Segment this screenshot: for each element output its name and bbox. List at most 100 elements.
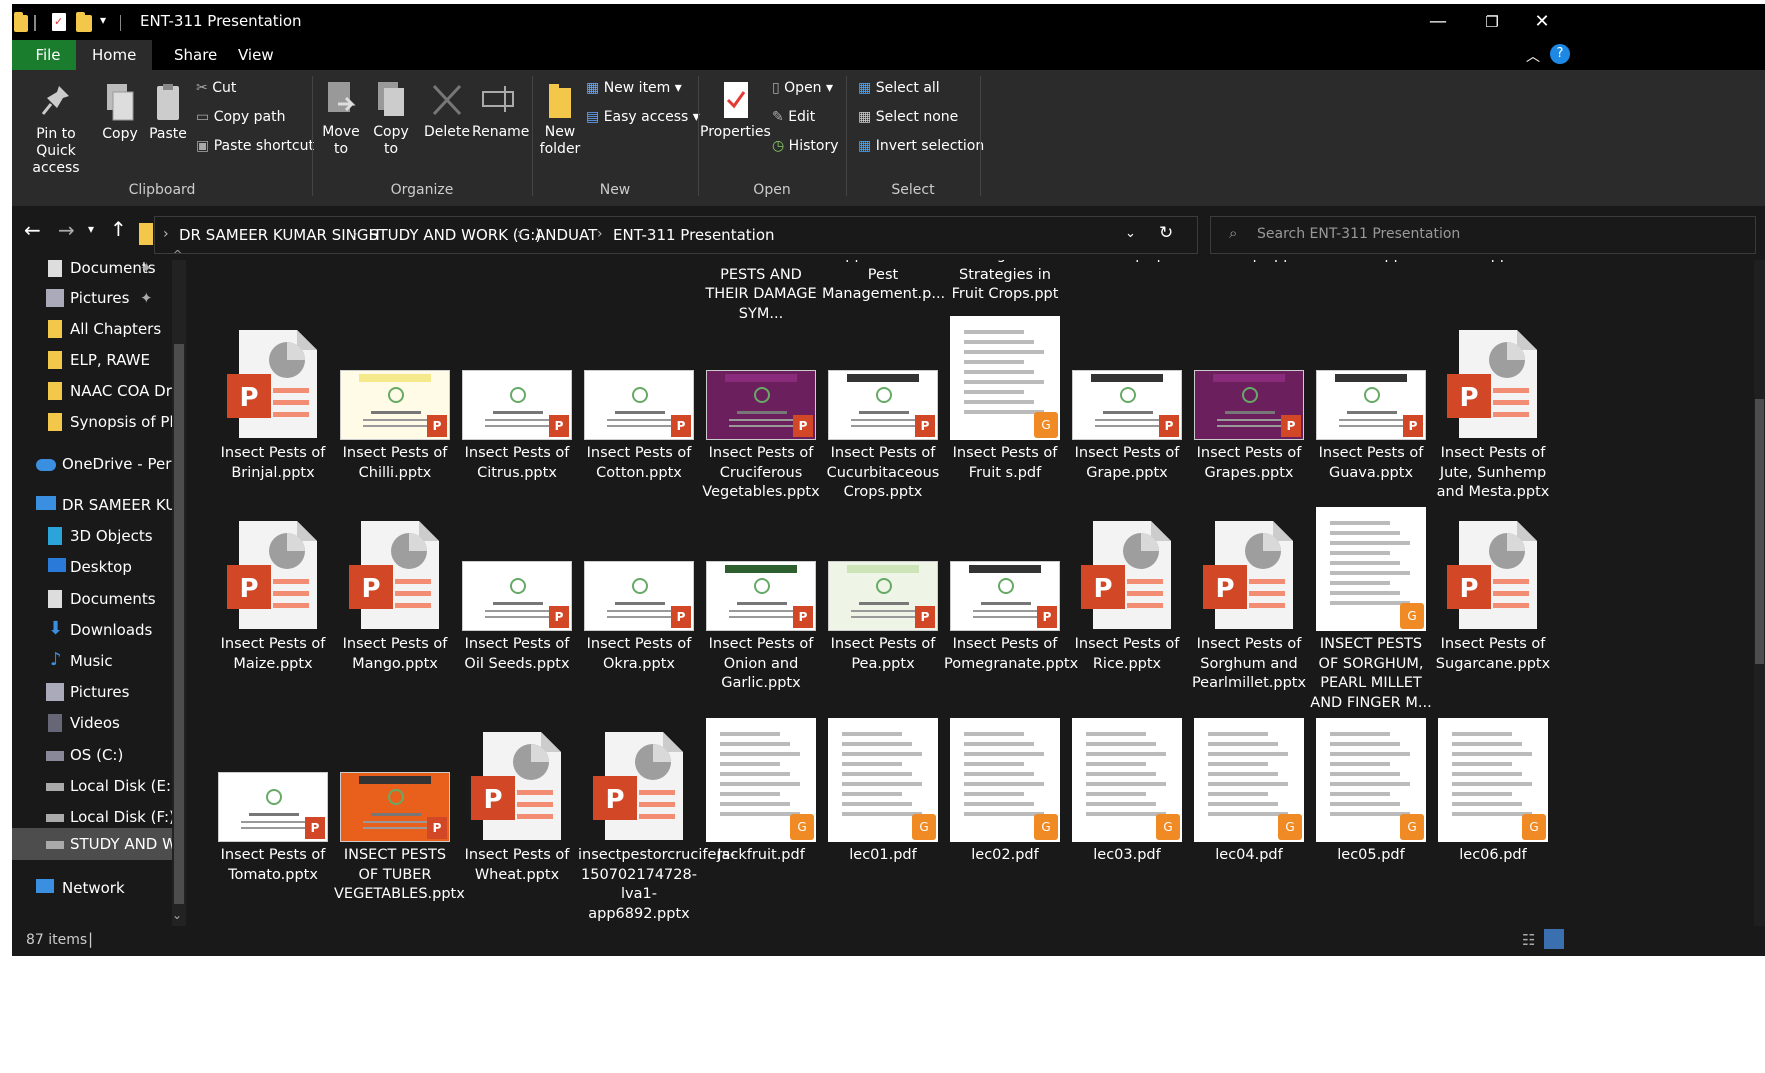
details-view-icon[interactable]: ☷ <box>1522 931 1535 949</box>
search-input[interactable]: ⌕ Search ENT-311 Presentation <box>1210 216 1756 254</box>
delete-button[interactable]: Delete <box>422 80 472 140</box>
file-item-insect-pests-of-sorghum-pearl-millet-and[interactable]: G INSECT PESTS OF SORGHUM, PEARL MILLET A… <box>1310 505 1432 711</box>
breadcrumb-3[interactable]: ENT-311 Presentation <box>613 226 775 244</box>
file-item-jackfruit-pdf[interactable]: G Jackfruit.pdf <box>700 716 822 916</box>
file-item-insect-pests-of-onion-and-garlic-pptx[interactable]: P Insect Pests of Onion and Garlic.pptx <box>700 505 822 705</box>
file-item-insect-pests-of-tuber-vegetables-pptx[interactable]: P INSECT PESTS OF TUBER VEGETABLES.pptx <box>334 716 465 916</box>
chevron-right-icon[interactable]: › <box>163 226 169 242</box>
file-item-insect-pests-of-maize-pptx[interactable]: P Insect Pests of Maize.pptx <box>212 505 334 705</box>
nav-item-music[interactable]: ♪ Music <box>12 647 186 677</box>
file-item-insect-pests-of-guava-pptx[interactable]: P Insect Pests of Guava.pptx <box>1310 314 1432 514</box>
up-arrow-icon[interactable]: ↑ <box>110 217 127 241</box>
chevron-right-icon[interactable]: › <box>597 226 603 242</box>
file-item-insect-pests-of-fruit-s-pdf[interactable]: G Insect Pests of Fruit s.pdf <box>944 314 1066 514</box>
nav-item-pictures-pinned[interactable]: Pictures ✦ <box>12 284 186 314</box>
minimize-button[interactable]: — <box>1413 8 1463 36</box>
tab-file[interactable]: File <box>12 40 84 70</box>
select-none-button[interactable]: ▦ Select none <box>858 109 958 125</box>
pin-to-quick-access-button[interactable]: Pin to Quick access <box>16 82 96 177</box>
restore-button[interactable]: ❐ <box>1467 8 1517 36</box>
nav-item-all-chapters[interactable]: All Chapters <box>12 315 186 345</box>
file-item-lec05-pdf[interactable]: Glec05.pdf <box>1310 716 1432 916</box>
nav-item-naac[interactable]: NAAC COA Dr <box>12 377 186 407</box>
customize-quick-access-icon[interactable]: ▾ <box>100 13 106 35</box>
copy-to-button[interactable]: Copy to <box>368 80 414 158</box>
file-item-insect-pests-of-jute-sunhemp-and-mesta-p[interactable]: P Insect Pests of Jute, Sunhemp and Mesta… <box>1432 314 1554 514</box>
file-item-insect-pests-of-cruciferous-vegetables-p[interactable]: P Insect Pests of Cruciferous Vegetables.… <box>700 314 822 514</box>
paste-button[interactable]: Paste <box>146 82 190 142</box>
file-item-insect-pests-of-oil-seeds-pptx[interactable]: P Insect Pests of Oil Seeds.pptx <box>456 505 578 705</box>
address-dropdown-icon[interactable]: ⌄ <box>1125 226 1136 241</box>
recent-locations-chevron-icon[interactable]: ▾ <box>88 222 94 236</box>
nav-item-network[interactable]: Network <box>12 874 186 904</box>
select-all-button[interactable]: ▦ Select all <box>858 80 940 96</box>
tab-view[interactable]: View <box>222 40 290 70</box>
help-icon[interactable]: ? <box>1550 44 1570 64</box>
file-item-insect-pests-of-citrus-pptx[interactable]: P Insect Pests of Citrus.pptx <box>456 314 578 514</box>
file-item-insect-pests-of-rice-pptx[interactable]: P Insect Pests of Rice.pptx <box>1066 505 1188 705</box>
file-item-lec02-pdf[interactable]: Glec02.pdf <box>944 716 1066 916</box>
file-item-insect-pests-of-okra-pptx[interactable]: P Insect Pests of Okra.pptx <box>578 505 700 705</box>
open-button[interactable]: ▯ Open ▾ <box>772 80 833 96</box>
file-item-insect-pests-of-pomegranate-pptx[interactable]: P Insect Pests of Pomegranate.pptx <box>944 505 1078 705</box>
collapse-ribbon-icon[interactable]: ︿ <box>1526 46 1540 66</box>
nav-item-pictures[interactable]: Pictures <box>12 678 186 708</box>
file-item-insect-pests-of-tomato-pptx[interactable]: P Insect Pests of Tomato.pptx <box>212 716 334 916</box>
scroll-up-icon[interactable]: ^ <box>173 248 182 261</box>
file-item-insect-pests-of-cucurbitaceous-crops-ppt[interactable]: P Insect Pests of Cucurbitaceous Crops.pp… <box>822 314 944 514</box>
paste-shortcut-button[interactable]: ▣ Paste shortcut <box>196 138 314 154</box>
nav-item-local-disk-e[interactable]: Local Disk (E:) <box>12 772 186 802</box>
tab-home[interactable]: Home <box>76 40 153 70</box>
chevron-right-icon[interactable]: › <box>517 226 523 242</box>
history-button[interactable]: ◷ History <box>772 138 838 154</box>
copy-button[interactable]: Copy <box>100 82 140 142</box>
nav-item-documents[interactable]: Documents <box>12 585 186 615</box>
cut-button[interactable]: ✂ Cut <box>196 80 236 96</box>
breadcrumb-2[interactable]: ANDUAT <box>535 226 597 244</box>
nav-item-this-pc[interactable]: DR SAMEER KU <box>12 491 186 521</box>
file-item-lec06-pdf[interactable]: Glec06.pdf <box>1432 716 1554 916</box>
nav-item-documents-pinned[interactable]: Documents ✦ <box>12 260 186 284</box>
nav-item-os-c[interactable]: OS (C:) <box>12 741 186 771</box>
nav-item-downloads[interactable]: ⬇ Downloads <box>12 616 186 646</box>
file-item-insect-pests-of-cotton-pptx[interactable]: P Insect Pests of Cotton.pptx <box>578 314 700 514</box>
rename-button[interactable]: Rename <box>472 80 529 140</box>
chevron-right-icon[interactable]: › <box>352 226 358 242</box>
large-icons-view-icon[interactable] <box>1544 929 1564 949</box>
nav-item-elp-rawe[interactable]: ELP, RAWE <box>12 346 186 376</box>
file-item-insect-pests-of-sugarcane-pptx[interactable]: P Insect Pests of Sugarcane.pptx <box>1432 505 1554 705</box>
edit-button[interactable]: ✎ Edit <box>772 109 815 125</box>
easy-access-button[interactable]: ▤ Easy access ▾ <box>586 109 700 125</box>
file-item-insect-pests-of-chilli-pptx[interactable]: P Insect Pests of Chilli.pptx <box>334 314 456 514</box>
file-item-lec01-pdf[interactable]: Glec01.pdf <box>822 716 944 916</box>
back-arrow-icon[interactable]: ← <box>24 218 41 242</box>
nav-item-synopsis[interactable]: Synopsis of Ph <box>12 408 186 438</box>
refresh-icon[interactable]: ↻ <box>1159 223 1173 243</box>
forward-arrow-icon[interactable]: → <box>58 218 75 242</box>
scroll-down-icon[interactable]: ⌄ <box>172 908 182 922</box>
address-bar[interactable]: › DR SAMEER KUMAR SINGH › STUDY AND WORK… <box>139 216 1198 254</box>
nav-item-3d-objects[interactable]: 3D Objects <box>12 522 186 552</box>
properties-button[interactable]: Properties <box>700 80 771 140</box>
invert-selection-button[interactable]: ▦ Invert selection <box>858 138 984 154</box>
nav-item-study-and-work[interactable]: STUDY AND W <box>12 828 186 860</box>
file-item-insect-pests-of-grape-pptx[interactable]: P Insect Pests of Grape.pptx <box>1066 314 1188 514</box>
file-item-insect-pests-of-sorghum-and-pearlmillet-[interactable]: P Insect Pests of Sorghum and Pearlmillet… <box>1188 505 1310 705</box>
breadcrumb-1[interactable]: STUDY AND WORK (G:) <box>369 226 541 244</box>
new-item-button[interactable]: ▦ New item ▾ <box>586 80 682 96</box>
nav-item-desktop[interactable]: Desktop <box>12 553 186 583</box>
file-item-insectpestorcrucifers-150702174728-lva1-[interactable]: Pinsectpestorcrucifers-150702174728-lva1… <box>578 716 735 922</box>
content-scrollbar-thumb[interactable] <box>1755 399 1764 664</box>
new-folder-button[interactable]: New folder <box>536 80 584 158</box>
file-item-insect-pests-of-pea-pptx[interactable]: P Insect Pests of Pea.pptx <box>822 505 944 705</box>
file-item-lec04-pdf[interactable]: Glec04.pdf <box>1188 716 1310 916</box>
copy-path-button[interactable]: ▭ Copy path <box>196 109 285 125</box>
close-button[interactable]: ✕ <box>1517 8 1567 36</box>
nav-item-onedrive[interactable]: OneDrive - Pers <box>12 450 186 480</box>
file-item-insect-pests-of-mango-pptx[interactable]: P Insect Pests of Mango.pptx <box>334 505 456 705</box>
file-item-lec03-pdf[interactable]: Glec03.pdf <box>1066 716 1188 916</box>
nav-scrollbar-thumb[interactable] <box>174 344 184 904</box>
properties-quick-icon[interactable]: ✓ <box>52 13 66 31</box>
move-to-button[interactable]: Move to <box>318 80 364 158</box>
file-item-insect-pests-of-brinjal-pptx[interactable]: P Insect Pests of Brinjal.pptx <box>212 314 334 514</box>
